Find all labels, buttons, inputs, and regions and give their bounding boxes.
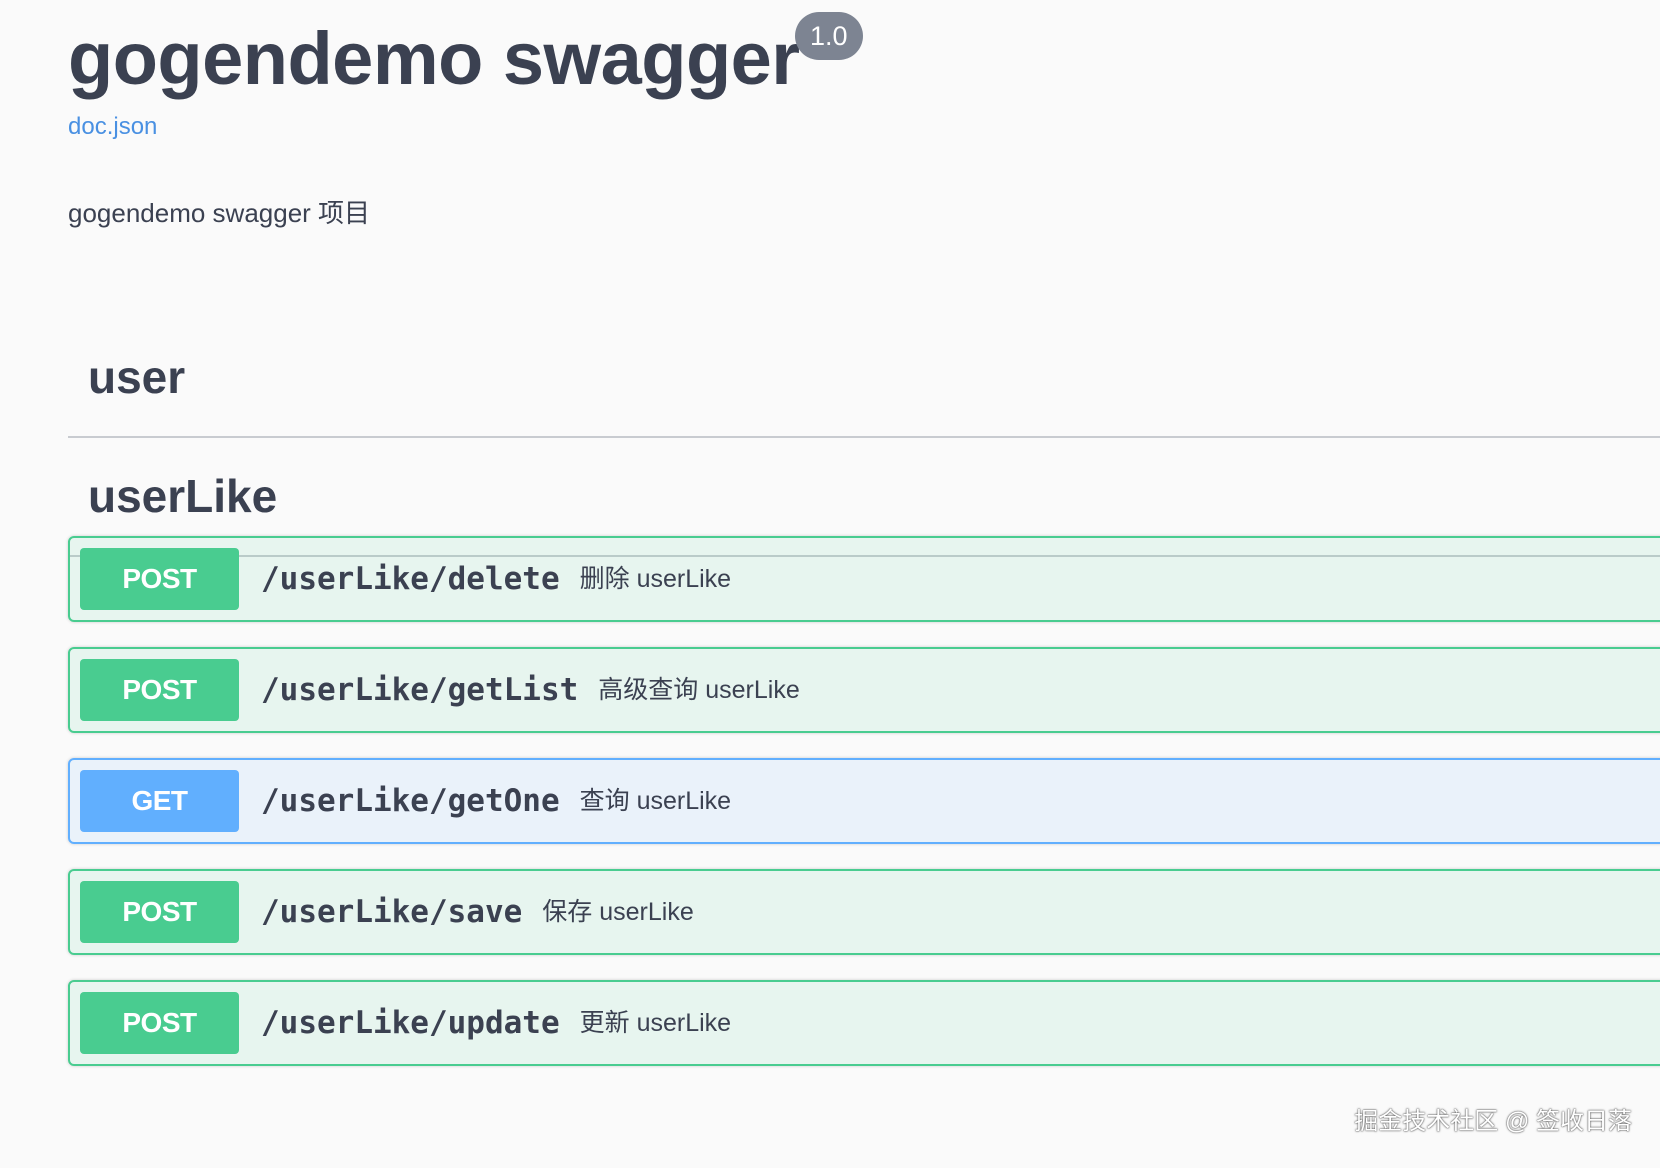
path-text: /userLike/getOne xyxy=(261,783,560,819)
version-badge: 1.0 xyxy=(795,12,863,60)
page-title: gogendemo swagger xyxy=(68,17,800,100)
operation-summary: 保存 userLike xyxy=(542,898,694,926)
operation-path: /userLike/delete 删除 userLike xyxy=(261,557,731,601)
operation-userlike-getlist[interactable]: POST /userLike/getList 高级查询 userLike xyxy=(68,647,1660,733)
operation-path: /userLike/getOne 查询 userLike xyxy=(261,779,731,823)
operation-userlike-delete[interactable]: POST /userLike/delete 删除 userLike xyxy=(68,536,1660,622)
tag-user-title[interactable]: user xyxy=(88,350,185,404)
operation-summary: 高级查询 userLike xyxy=(598,676,800,704)
path-text: /userLike/update xyxy=(261,1005,560,1041)
method-badge: POST xyxy=(80,659,239,721)
operation-path: /userLike/save 保存 userLike xyxy=(261,890,694,934)
operation-summary: 更新 userLike xyxy=(579,1009,732,1037)
method-badge: GET xyxy=(80,770,239,832)
watermark: 掘金技术社区 @ 签收日落 xyxy=(1354,1108,1632,1135)
path-text: /userLike/save xyxy=(261,894,523,930)
api-description: gogendemo swagger 项目 xyxy=(68,198,371,228)
method-badge: POST xyxy=(80,548,239,610)
operation-userlike-update[interactable]: POST /userLike/update 更新 userLike xyxy=(68,980,1660,1066)
operation-userlike-getone[interactable]: GET /userLike/getOne 查询 userLike xyxy=(68,758,1660,844)
doc-json-link[interactable]: doc.json xyxy=(68,113,157,141)
method-badge: POST xyxy=(80,992,239,1054)
method-badge: POST xyxy=(80,881,239,943)
path-text: /userLike/getList xyxy=(261,672,579,708)
tag-userlike-title[interactable]: userLike xyxy=(88,469,277,523)
tag-user-section[interactable]: user xyxy=(68,322,1660,438)
operation-path: /userLike/update 更新 userLike xyxy=(261,1001,731,1045)
operation-userlike-save[interactable]: POST /userLike/save 保存 userLike xyxy=(68,869,1660,955)
operation-path: /userLike/getList 高级查询 userLike xyxy=(261,668,800,712)
path-text: /userLike/delete xyxy=(261,561,560,597)
operation-summary: 查询 userLike xyxy=(579,787,732,815)
operation-summary: 删除 userLike xyxy=(579,565,732,593)
